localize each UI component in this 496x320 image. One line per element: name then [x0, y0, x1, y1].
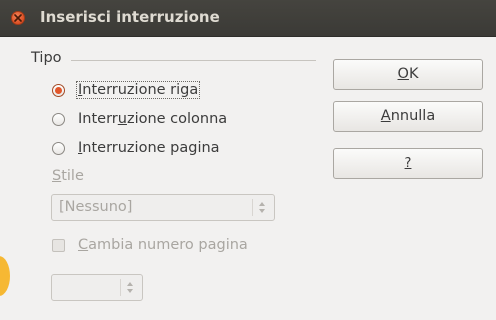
- group-divider: [71, 60, 316, 61]
- radio-column-break[interactable]: Interruzione colonna: [52, 108, 227, 130]
- window-title: Inserisci interruzione: [40, 8, 220, 26]
- radio-page-break[interactable]: Interruzione pagina: [52, 137, 220, 159]
- radio-label-page-break: Interruzione pagina: [78, 140, 220, 156]
- style-combobox-value: [Nessuno]: [59, 199, 133, 215]
- close-icon: [14, 14, 22, 22]
- title-bar: Inserisci interruzione: [0, 0, 496, 37]
- radio-line-break[interactable]: Interruzione riga: [52, 79, 201, 101]
- help-button[interactable]: ?: [333, 148, 483, 179]
- change-page-number-row[interactable]: Cambia numero pagina: [52, 235, 248, 255]
- spin-arrows-icon[interactable]: [120, 279, 138, 296]
- change-page-number-label: Cambia numero pagina: [78, 237, 248, 253]
- radio-label-column-break: Interruzione colonna: [78, 111, 228, 127]
- style-label: Stile: [52, 168, 84, 184]
- cancel-button[interactable]: Annulla: [333, 101, 483, 132]
- combo-arrows-icon[interactable]: [252, 199, 270, 216]
- background-accent: [0, 256, 10, 296]
- radio-button-checked[interactable]: [52, 83, 65, 97]
- style-combobox[interactable]: [Nessuno]: [51, 194, 275, 221]
- radio-button[interactable]: [52, 112, 65, 126]
- radio-button[interactable]: [52, 141, 65, 155]
- close-button[interactable]: [11, 11, 25, 25]
- ok-button[interactable]: OK: [333, 59, 483, 90]
- page-number-spinbox[interactable]: [51, 274, 143, 301]
- type-group-label: Tipo: [31, 50, 62, 66]
- change-page-number-checkbox[interactable]: [52, 238, 65, 252]
- radio-label-line-break: Interruzione riga: [76, 81, 201, 99]
